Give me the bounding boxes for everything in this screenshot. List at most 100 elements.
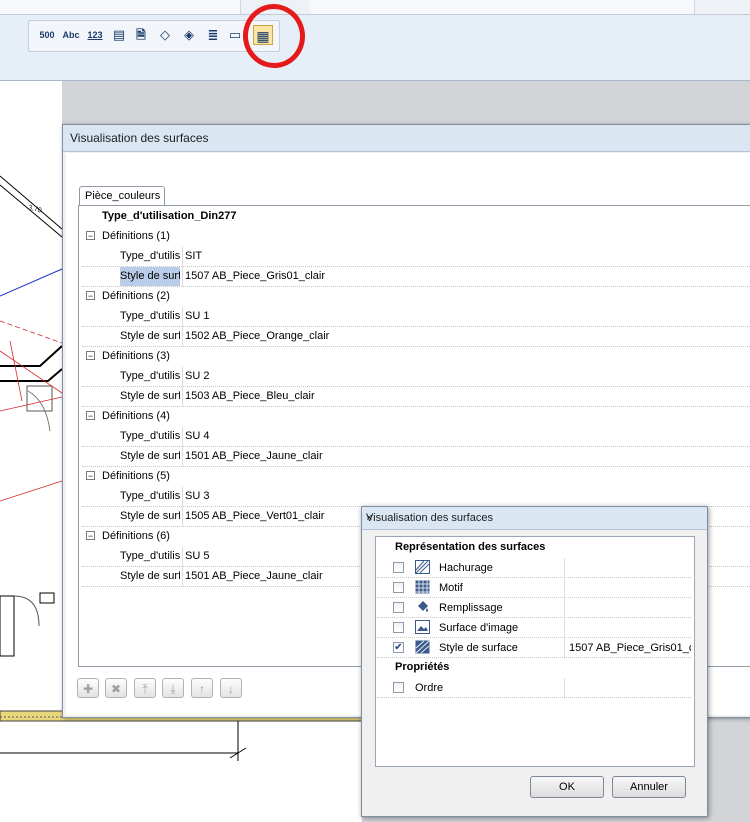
remplissage-checkbox[interactable] xyxy=(393,602,404,613)
collapse-icon[interactable]: − xyxy=(86,231,95,241)
surface-representation-dialog: Visualisation des surfaces × Représentat… xyxy=(361,506,708,817)
surface-image-label: Surface d'image xyxy=(439,622,519,634)
move-top-icon: ⤒ xyxy=(142,682,148,696)
surface-image-checkbox[interactable] xyxy=(393,622,404,633)
definition-group-row[interactable]: − Définitions (2) xyxy=(82,287,750,306)
definition-group-row[interactable]: − Définitions (4) xyxy=(82,407,750,426)
option-row-motif[interactable]: Motif xyxy=(377,578,691,598)
remplissage-label: Remplissage xyxy=(439,602,503,614)
representation-section-header: Représentation des surfaces xyxy=(395,541,546,553)
definition-group-row[interactable]: − Définitions (5) xyxy=(82,467,750,486)
style-surface-value[interactable]: 1507 AB_Piece_Gris01_clair xyxy=(564,638,692,657)
properties-section-header: Propriétés xyxy=(395,661,450,673)
type-utilisation-value[interactable]: SU 2 xyxy=(182,367,750,386)
type-utilisation-value[interactable]: SU 1 xyxy=(182,307,750,326)
type-utilisation-label: Type_d'utilis xyxy=(120,490,180,502)
motif-checkbox[interactable] xyxy=(393,582,404,593)
definition-group-label: Définitions (5) xyxy=(102,470,170,482)
layers-tool-button[interactable]: ◈ xyxy=(179,25,199,45)
document-tool-button[interactable]: ▤ xyxy=(109,25,129,45)
image-icon xyxy=(415,620,430,634)
type-utilisation-row[interactable]: Type_d'utilis SU 3 xyxy=(82,487,750,507)
delete-button[interactable]: ✖ xyxy=(105,678,127,698)
ordre-value[interactable] xyxy=(564,678,692,697)
collapse-icon[interactable]: − xyxy=(86,531,95,541)
hatching-icon xyxy=(415,560,430,574)
numbering-tool-button[interactable]: 500 xyxy=(37,25,57,45)
move-top-button[interactable]: ⤒ xyxy=(134,678,156,698)
style-surface-label: Style de surf xyxy=(120,267,180,286)
sub-dialog-title-bar[interactable]: Visualisation des surfaces × xyxy=(362,507,707,530)
type-utilisation-label: Type_d'utilis xyxy=(120,310,180,322)
number-tool-button[interactable]: 123 xyxy=(85,25,105,45)
move-up-button[interactable]: ↑ xyxy=(191,678,213,698)
option-row-style-surface[interactable]: ✔ Style de surface 1507 AB_Piece_Gris01_… xyxy=(377,638,691,658)
type-utilisation-row[interactable]: Type_d'utilis SU 2 xyxy=(82,367,750,387)
cancel-button[interactable]: Annuler xyxy=(612,776,686,798)
style-surface-label: Style de surf xyxy=(120,510,180,522)
ordre-label: Ordre xyxy=(415,682,444,694)
definition-group-row[interactable]: − Définitions (3) xyxy=(82,347,750,366)
style-surface-row[interactable]: Style de surf 1501 AB_Piece_Jaune_clair xyxy=(82,447,750,467)
text-tool-button[interactable]: Abc xyxy=(61,25,81,45)
option-row-hachurage[interactable]: Hachurage xyxy=(377,558,691,578)
collapse-icon[interactable]: − xyxy=(86,351,95,361)
type-utilisation-label: Type_d'utilis xyxy=(120,370,180,382)
surface-style-icon xyxy=(415,640,430,654)
type-utilisation-label: Type_d'utilis xyxy=(120,250,180,262)
page-tool-button[interactable]: 🗎 xyxy=(131,25,151,45)
pattern-icon xyxy=(415,580,430,594)
type-utilisation-label: Type_d'utilis xyxy=(120,550,180,562)
fill-bucket-icon xyxy=(418,601,428,612)
close-icon[interactable]: × xyxy=(366,512,700,524)
style-surface-checkbox[interactable]: ✔ xyxy=(393,642,404,653)
abc-list-tool-button[interactable]: ≣ xyxy=(203,25,223,45)
type-utilisation-row[interactable]: Type_d'utilis SU 1 xyxy=(82,307,750,327)
tab-piece-couleurs[interactable]: Pièce_couleurs xyxy=(79,186,165,207)
definition-group-label: Définitions (6) xyxy=(102,530,170,542)
ok-button[interactable]: OK xyxy=(530,776,604,798)
add-button[interactable]: ✚ xyxy=(77,678,99,698)
collapse-icon[interactable]: − xyxy=(86,411,95,421)
style-surface-label: Style de surf xyxy=(120,390,180,402)
option-row-remplissage[interactable]: Remplissage xyxy=(377,598,691,618)
tab-label: Pièce_couleurs xyxy=(85,190,161,202)
option-row-ordre[interactable]: Ordre xyxy=(377,678,691,698)
delete-x-icon: ✖ xyxy=(110,682,122,696)
layer-tool-button[interactable]: ◇ xyxy=(155,25,175,45)
ordre-checkbox[interactable] xyxy=(393,682,404,693)
type-utilisation-row[interactable]: Type_d'utilis SIT xyxy=(82,247,750,267)
collapse-icon[interactable]: − xyxy=(86,291,95,301)
move-bottom-icon: ⤓ xyxy=(170,682,176,696)
dialog-title-bar[interactable]: Visualisation des surfaces xyxy=(63,125,750,152)
definition-group-row[interactable]: − Définitions (1) xyxy=(82,227,750,246)
style-surface-row[interactable]: Style de surf 1507 AB_Piece_Gris01_clair xyxy=(82,267,750,287)
collapse-icon[interactable]: − xyxy=(86,471,95,481)
ribbon-toolbar: 500 Abc 123 ▤ 🗎 ◇ ◈ ≣ ▭ ▦ xyxy=(0,0,750,81)
style-surface-row[interactable]: Style de surf 1503 AB_Piece_Bleu_clair xyxy=(82,387,750,407)
motif-value[interactable] xyxy=(564,578,692,597)
move-down-button[interactable]: ↓ xyxy=(220,678,242,698)
style-surface-value[interactable]: 1503 AB_Piece_Bleu_clair xyxy=(182,387,750,406)
move-bottom-button[interactable]: ⤓ xyxy=(162,678,184,698)
hachurage-checkbox[interactable] xyxy=(393,562,404,573)
type-utilisation-value[interactable]: SIT xyxy=(182,247,750,266)
hachurage-label: Hachurage xyxy=(439,562,493,574)
style-surface-value[interactable]: 1502 AB_Piece_Orange_clair xyxy=(182,327,750,346)
type-utilisation-value[interactable]: SU 4 xyxy=(182,427,750,446)
plus-icon: ✚ xyxy=(82,682,94,696)
style-surface-value[interactable]: 1501 AB_Piece_Jaune_clair xyxy=(182,447,750,466)
style-surface-label: Style de surf xyxy=(120,570,180,582)
style-surface-value[interactable]: 1507 AB_Piece_Gris01_clair xyxy=(182,267,750,286)
remplissage-value[interactable] xyxy=(564,598,692,617)
dialog-title: Visualisation des surfaces xyxy=(70,131,209,145)
surface-image-value[interactable] xyxy=(564,618,692,637)
type-utilisation-row[interactable]: Type_d'utilis SU 4 xyxy=(82,427,750,447)
option-row-surface-image[interactable]: Surface d'image xyxy=(377,618,691,638)
tree-root-label: Type_d'utilisation_Din277 xyxy=(102,210,237,222)
tree-root-row[interactable]: Type_d'utilisation_Din277 xyxy=(82,207,750,226)
type-utilisation-value[interactable]: SU 3 xyxy=(182,487,750,506)
motif-label: Motif xyxy=(439,582,463,594)
hachurage-value[interactable] xyxy=(564,558,692,577)
style-surface-row[interactable]: Style de surf 1502 AB_Piece_Orange_clair xyxy=(82,327,750,347)
